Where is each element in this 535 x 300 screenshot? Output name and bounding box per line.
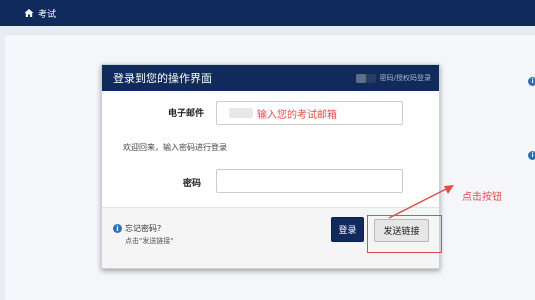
password-field[interactable] [216, 169, 403, 193]
nav-home-link[interactable]: 考试 [38, 7, 56, 20]
home-icon[interactable] [24, 8, 34, 18]
email-placeholder: 输入您的考试邮箱 [257, 109, 337, 121]
annotation-arrow-icon [388, 185, 454, 219]
password-label: 密码 [183, 179, 202, 189]
info-icon: i [113, 224, 122, 233]
email-field[interactable]: 输入您的考试邮箱 [216, 101, 403, 125]
info-icon: i [528, 77, 535, 86]
email-label: 电子邮件 [168, 109, 205, 119]
annotation-label: 点击按钮 [462, 192, 502, 203]
panel-header: 登录到您的操作界面 密码/授权码登录 [102, 65, 439, 91]
login-mode-toggle[interactable]: 密码/授权码登录 [355, 73, 431, 83]
top-nav-bar: 考试 [0, 0, 535, 26]
toggle-label: 密码/授权码登录 [379, 74, 431, 82]
forgot-password-text: 忘记密码? [125, 224, 162, 233]
toggle-switch[interactable] [355, 73, 376, 83]
forgot-password-hint: 点击"发送链接" [125, 237, 174, 245]
blurred-placeholder [229, 108, 253, 118]
login-button[interactable]: 登录 [331, 217, 364, 242]
welcome-text: 欢迎回来，输入密码进行登录 [123, 143, 227, 152]
panel-title: 登录到您的操作界面 [113, 72, 212, 85]
info-icon: i [528, 151, 535, 160]
